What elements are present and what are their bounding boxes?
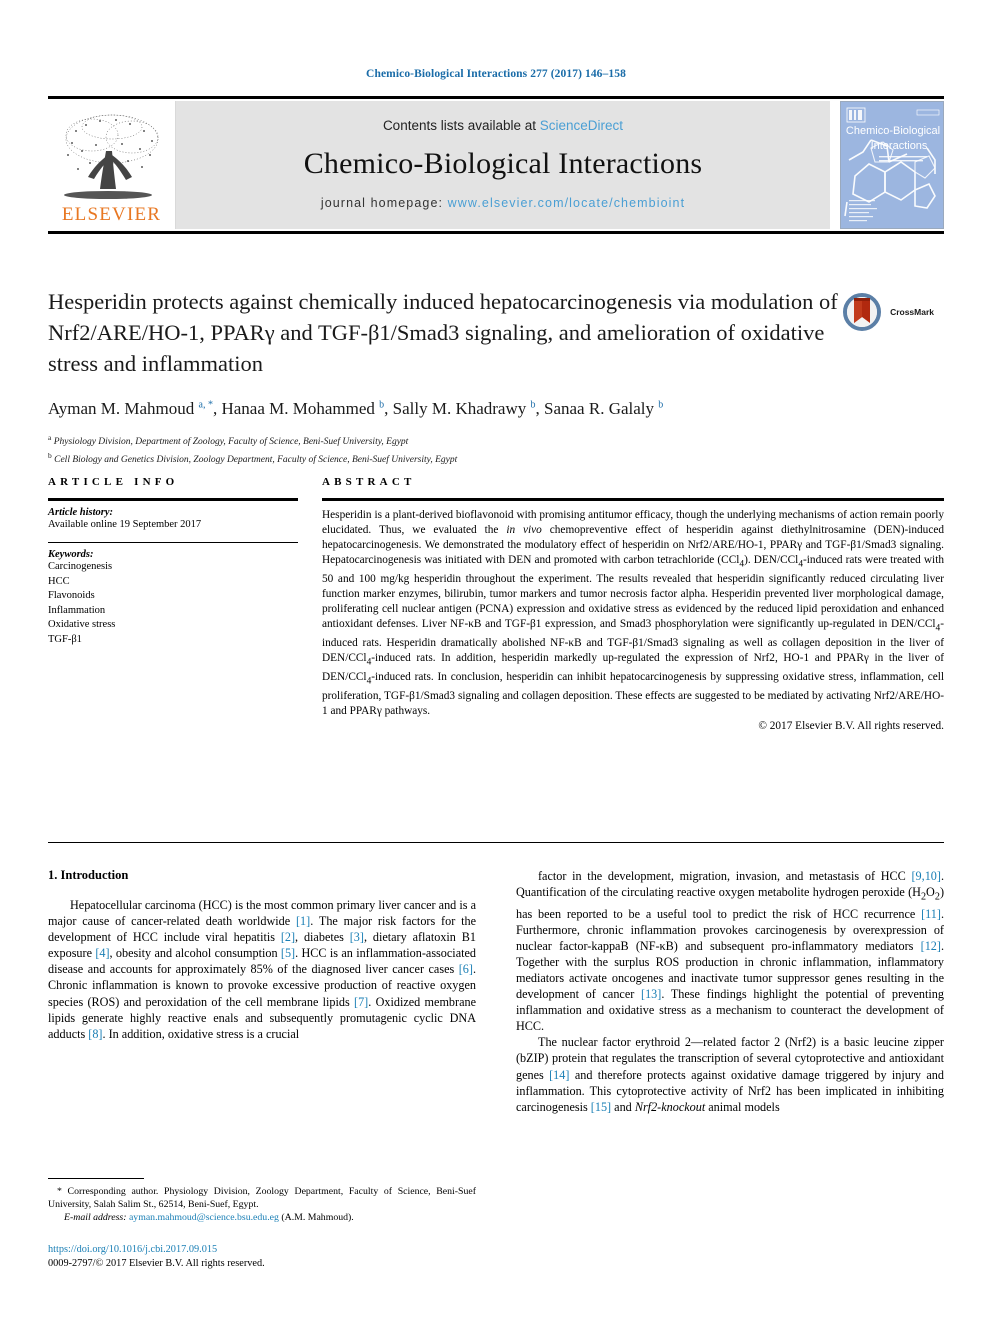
article-history-value: Available online 19 September 2017 (48, 519, 202, 530)
abstract-heading: ABSTRACT (322, 476, 944, 488)
cover-title-line-2: Interactions (871, 140, 928, 152)
affiliation-a: a Physiology Division, Department of Zoo… (48, 433, 409, 448)
sciencedirect-link[interactable]: ScienceDirect (540, 118, 623, 133)
crossmark-icon (843, 293, 882, 331)
keyword-item: Inflammation (48, 604, 106, 616)
contents-prefix: Contents lists available at (382, 118, 540, 134)
info-and-abstract: ARTICLE INFO Article history: Available … (48, 476, 944, 732)
body-two-column-layout: 1. Introduction Hepatocellular carcinoma… (48, 868, 944, 1115)
affiliation-list: a Physiology Division, Department of Zoo… (48, 431, 944, 467)
abstract-heading-text: ABSTRACT (322, 476, 416, 488)
page-title: Hesperidin protects against chemically i… (48, 289, 838, 376)
journal-homepage-link[interactable]: www.elsevier.com/locate/chembioint (448, 196, 686, 210)
affiliation-b: b Cell Biology and Genetics Division, Zo… (48, 451, 458, 466)
abstract-copyright: © 2017 Elsevier B.V. All rights reserved… (758, 719, 944, 732)
colophon: https://doi.org/10.1016/j.cbi.2017.09.01… (48, 1243, 476, 1271)
keyword-item: Carcinogenesis (48, 561, 113, 572)
body-column-left: 1. Introduction Hepatocellular carcinoma… (48, 868, 476, 1115)
email-address-label: E-mail address: (64, 1212, 127, 1223)
affiliation-b-text: Cell Biology and Genetics Division, Zool… (54, 455, 458, 466)
article-info-heading: ARTICLE INFO (48, 476, 298, 488)
corresponding-email-line: E-mail address: ayman.mahmoud@science.bs… (48, 1211, 476, 1224)
author-list: Ayman M. Mahmoud a, *, Hanaa M. Mohammed… (48, 399, 664, 418)
journal-title: Chemico-Biological Interactions (303, 147, 703, 181)
article-info-column: ARTICLE INFO Article history: Available … (48, 476, 298, 732)
masthead-center-panel: Contents lists available at ScienceDirec… (176, 101, 830, 229)
corresponding-author-footnote: * Corresponding author. Physiology Divis… (48, 1178, 476, 1224)
article-title-block: CrossMark Hesperidin protects against ch… (48, 286, 944, 467)
issn-copyright: 0009-2797/© 2017 Elsevier B.V. All right… (48, 1258, 265, 1269)
email-address-link[interactable]: ayman.mahmoud@science.bsu.edu.eg (129, 1212, 279, 1223)
intro-paragraph-right-1: factor in the development, migration, in… (516, 869, 944, 1034)
journal-cover-thumbnail: Chemico-Biological Interactions (840, 101, 944, 229)
corresponding-author-text: * Corresponding author. Physiology Divis… (48, 1186, 476, 1210)
keyword-item: HCC (48, 575, 70, 587)
crossmark-badge[interactable]: CrossMark (842, 290, 934, 334)
section-heading-introduction: 1. Introduction (48, 868, 129, 882)
keywords-list: Carcinogenesis HCC Flavonoids Inflammati… (48, 560, 298, 647)
journal-masthead: ELSEVIER Contents lists available at Sci… (48, 96, 944, 234)
affiliation-a-text: Physiology Division, Department of Zoolo… (53, 437, 409, 448)
abstract-column: ABSTRACT Hesperidin is a plant-derived b… (322, 476, 944, 732)
intro-paragraph-left-1: Hepatocellular carcinoma (HCC) is the mo… (48, 898, 476, 1041)
homepage-prefix: journal homepage: (320, 195, 448, 210)
keywords-block: Keywords: Carcinogenesis HCC Flavonoids … (48, 543, 298, 657)
cover-title-line-1: Chemico-Biological (846, 125, 940, 137)
email-author-suffix: (A.M. Mahmoud). (278, 1212, 354, 1223)
elsevier-wordmark: ELSEVIER (61, 204, 162, 225)
body-column-right: factor in the development, migration, in… (516, 868, 944, 1115)
masthead-bottom-rule (48, 231, 944, 234)
journal-homepage-line: journal homepage: www.elsevier.com/locat… (321, 196, 685, 210)
abstract-text: Hesperidin is a plant-derived bioflavono… (322, 509, 944, 717)
masthead-row: ELSEVIER Contents lists available at Sci… (48, 101, 944, 229)
article-info-heading-text: ARTICLE INFO (48, 476, 179, 488)
intro-paragraph-right-2: The nuclear factor erythroid 2—related f… (516, 1035, 944, 1114)
article-history-block: Article history: Available online 19 Sep… (48, 501, 298, 542)
running-head-citation: Chemico-Biological Interactions 277 (201… (366, 68, 626, 80)
doi-link[interactable]: https://doi.org/10.1016/j.cbi.2017.09.01… (48, 1243, 476, 1257)
keywords-label: Keywords: (48, 549, 94, 560)
elsevier-tree-icon (56, 111, 168, 205)
footnote-rule (48, 1178, 144, 1179)
crossmark-label: CrossMark (890, 307, 934, 317)
body-separator-rule (48, 842, 944, 843)
keyword-item: Flavonoids (48, 590, 95, 601)
journal-article-page: Chemico-Biological Interactions 277 (201… (0, 0, 992, 1323)
masthead-top-rule (48, 96, 944, 99)
keyword-item: Oxidative stress (48, 619, 116, 630)
article-history-label: Article history: (48, 507, 114, 518)
elsevier-logo: ELSEVIER (48, 101, 176, 229)
keyword-item: TGF-β1 (48, 633, 82, 645)
contents-available-line: Contents lists available at ScienceDirec… (383, 118, 623, 133)
